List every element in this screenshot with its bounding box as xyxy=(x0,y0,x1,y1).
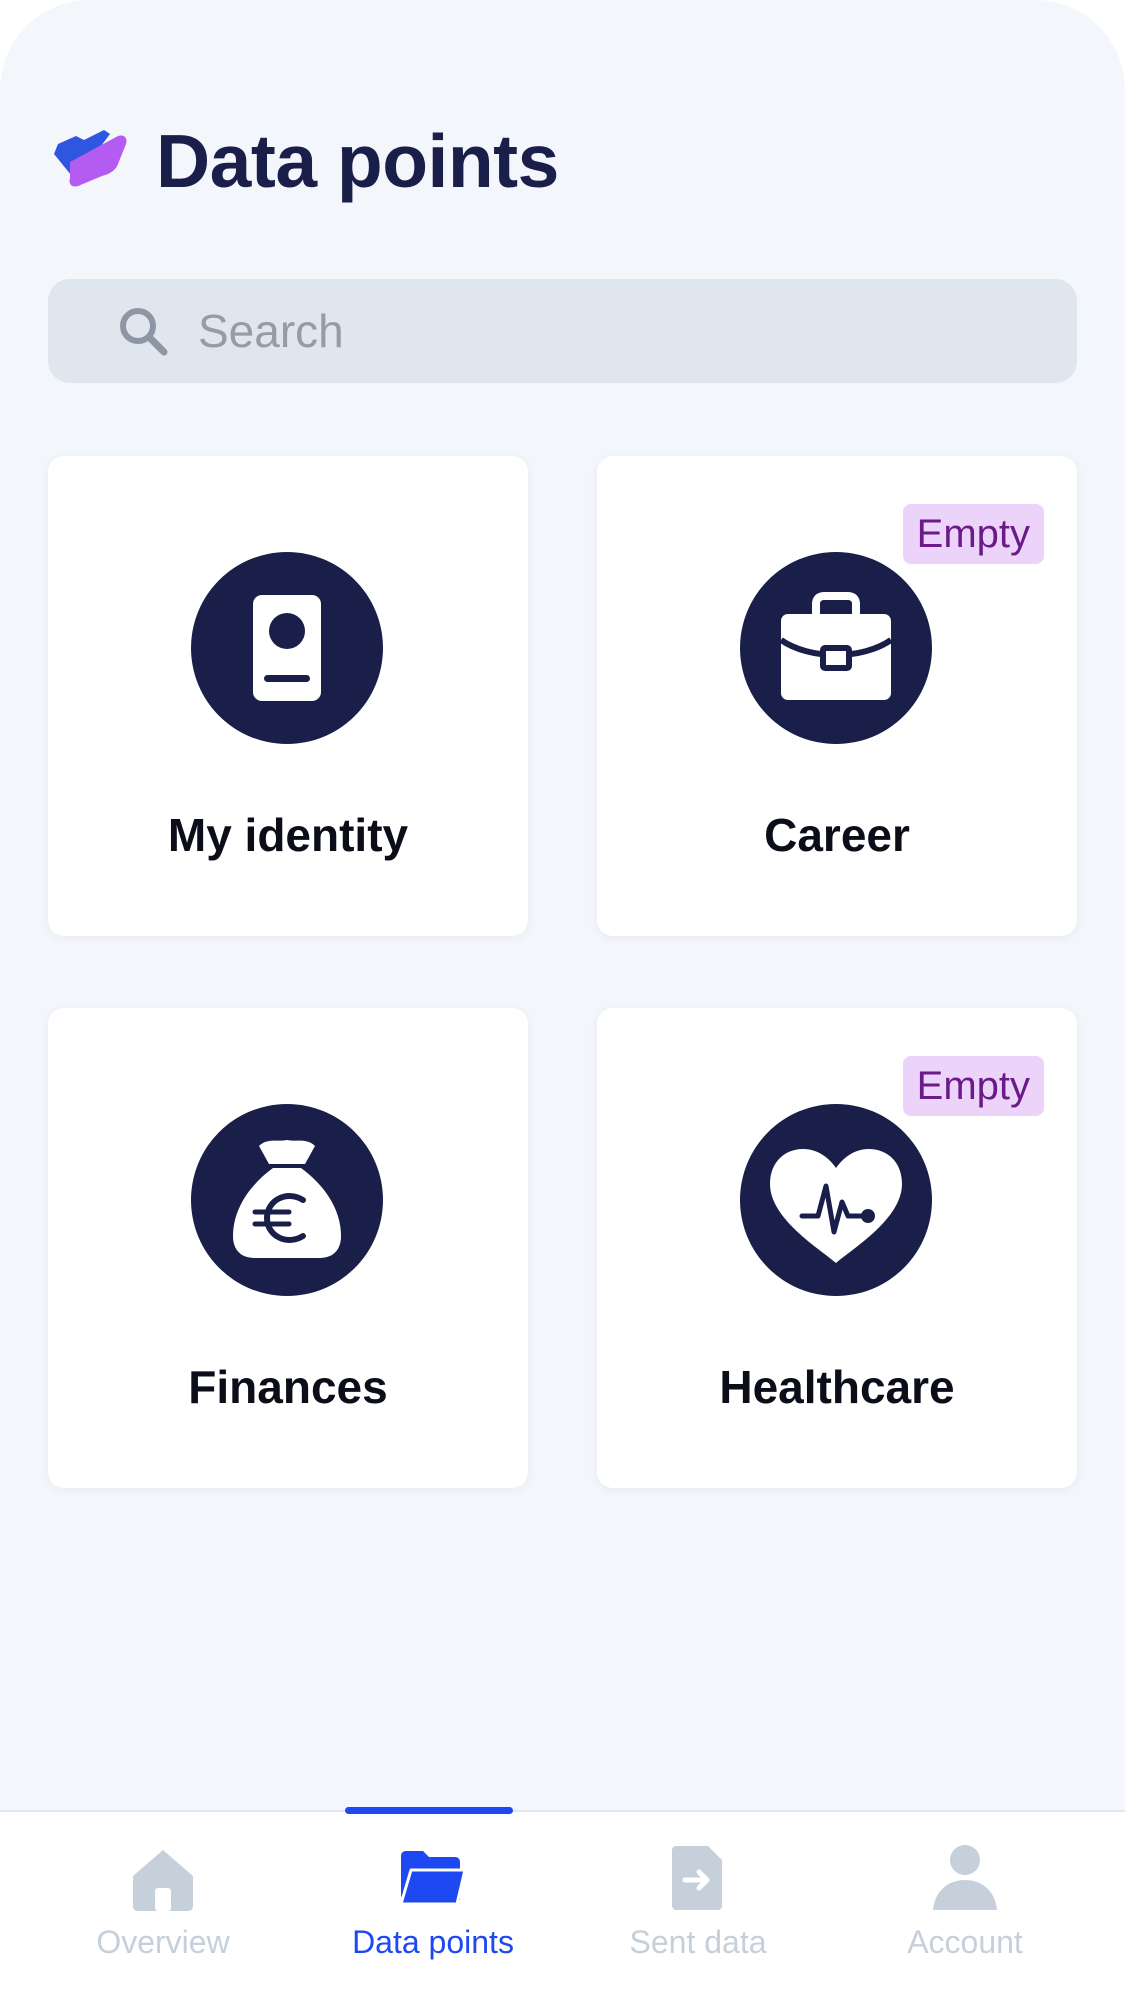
search-bar[interactable] xyxy=(48,279,1077,383)
page-header: Data points xyxy=(52,122,559,200)
id-card-icon xyxy=(253,595,321,701)
nav-item-sent-data[interactable]: Sent data xyxy=(578,1812,818,2001)
nav-item-overview[interactable]: Overview xyxy=(43,1812,283,2001)
nav-label: Account xyxy=(907,1924,1023,1960)
folder-icon xyxy=(399,1851,467,1906)
category-card-career[interactable]: Empty Career xyxy=(597,456,1077,936)
nav-item-data-points[interactable]: Data points xyxy=(313,1812,553,2001)
user-icon xyxy=(933,1845,997,1910)
category-icon-circle xyxy=(191,552,383,744)
nav-item-account[interactable]: Account xyxy=(845,1812,1085,2001)
category-card-healthcare[interactable]: Empty Healthcare xyxy=(597,1008,1077,1488)
category-icon-circle xyxy=(740,552,932,744)
category-card-finances[interactable]: Finances xyxy=(48,1008,528,1488)
category-icon-circle xyxy=(740,1104,932,1296)
search-input[interactable] xyxy=(196,303,1000,359)
search-icon xyxy=(120,308,168,356)
nav-label: Data points xyxy=(352,1924,514,1960)
category-label: Healthcare xyxy=(719,1361,955,1413)
category-icon-circle xyxy=(191,1104,383,1296)
page-title: Data points xyxy=(156,118,559,203)
category-card-my-identity[interactable]: My identity xyxy=(48,456,528,936)
briefcase-icon xyxy=(779,592,893,700)
category-label: My identity xyxy=(167,809,409,861)
category-label: Finances xyxy=(188,1361,388,1413)
folder-logo-icon xyxy=(54,130,127,187)
nav-label: Sent data xyxy=(629,1924,767,1960)
sent-document-icon xyxy=(672,1846,722,1910)
category-label: Career xyxy=(764,809,910,861)
heart-pulse-icon xyxy=(770,1149,902,1263)
bottom-navigation: Overview Data points Sent data Account xyxy=(0,1807,1125,2001)
money-bag-euro-icon xyxy=(233,1140,341,1258)
home-icon xyxy=(133,1850,193,1911)
app-screen: Data points My identity Empty xyxy=(0,0,1125,2001)
nav-label: Overview xyxy=(96,1924,230,1960)
